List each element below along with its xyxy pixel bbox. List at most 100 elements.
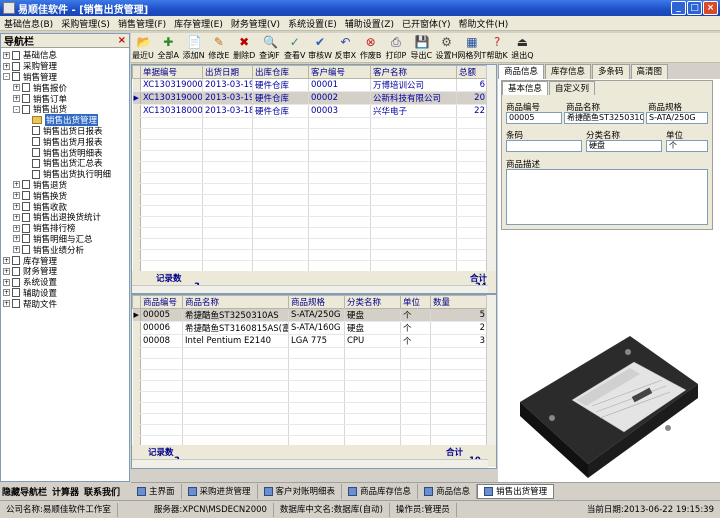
- table-row[interactable]: [132, 380, 488, 392]
- taskbar-item[interactable]: 商品库存信息: [342, 483, 419, 499]
- column-header[interactable]: 出库仓库: [252, 65, 309, 79]
- expand-icon[interactable]: +: [13, 181, 20, 189]
- menu-item[interactable]: 辅助设置(Z): [341, 17, 398, 30]
- expand-icon[interactable]: +: [13, 95, 20, 103]
- toolbar-button[interactable]: ▦ 网格列T: [457, 33, 486, 62]
- taskbar-item[interactable]: 客户对账明细表: [258, 483, 343, 499]
- spec-field[interactable]: S-ATA/250G: [646, 112, 708, 124]
- table-row[interactable]: ▶ XC1303190002 2013-03-19 硬件仓库 00002 公新科技有限公司…: [132, 91, 488, 105]
- tree-node[interactable]: 销售出货日报表: [1, 126, 129, 137]
- close-button[interactable]: ×: [703, 1, 718, 15]
- column-header[interactable]: 出货日期: [202, 65, 253, 79]
- sub-tab-1[interactable]: 自定义列: [549, 81, 596, 95]
- toolbar-button[interactable]: ↶ 反审X: [333, 33, 357, 62]
- taskbar-item[interactable]: 主界面: [131, 483, 182, 499]
- menu-item[interactable]: 库存管理(E): [170, 17, 227, 30]
- name-field[interactable]: 希捷酷鱼ST3250310AS: [564, 112, 644, 124]
- orders-horizontal-scrollbar[interactable]: [132, 285, 488, 293]
- table-row[interactable]: XC1303180001 2013-03-18 硬件仓库 00003 兴华电子 22: [132, 104, 488, 118]
- tree-node[interactable]: 销售出货汇总表: [1, 158, 129, 169]
- column-header[interactable]: 总额: [456, 65, 488, 79]
- unit-field[interactable]: 个: [666, 140, 708, 152]
- barcode-field[interactable]: [506, 140, 582, 152]
- table-row[interactable]: [133, 469, 488, 470]
- table-row[interactable]: [132, 347, 488, 359]
- table-row[interactable]: [132, 424, 488, 436]
- column-header[interactable]: 单位: [400, 295, 431, 309]
- description-field[interactable]: [506, 169, 708, 225]
- tree-node[interactable]: - 销售管理: [1, 72, 129, 83]
- tab-2[interactable]: 多条码: [592, 64, 630, 79]
- table-row[interactable]: [132, 172, 488, 184]
- table-row[interactable]: [132, 260, 488, 272]
- tree-node[interactable]: + 销售明细与汇总: [1, 234, 129, 245]
- tree-node[interactable]: + 销售退货: [1, 180, 129, 191]
- toolbar-button[interactable]: 📂 最近U: [131, 33, 155, 62]
- calculator-link[interactable]: 计算器: [52, 485, 79, 498]
- table-row[interactable]: [132, 249, 488, 261]
- tab-1[interactable]: 库存信息: [545, 64, 592, 79]
- table-row[interactable]: [132, 117, 488, 129]
- expand-icon[interactable]: +: [3, 289, 10, 297]
- toolbar-button[interactable]: ⚙ 设置H: [435, 33, 459, 62]
- maximize-button[interactable]: □: [687, 1, 702, 15]
- items-grid[interactable]: 商品编号 商品名称 商品规格 分类名称 单位 数量 ▶ 00005 希捷酷鱼ST3250310…: [131, 294, 497, 469]
- column-header[interactable]: 商品名称: [182, 295, 289, 309]
- tree-node[interactable]: + 销售收款: [1, 201, 129, 213]
- sub-tab-0[interactable]: 基本信息: [502, 81, 549, 95]
- tree-node[interactable]: + 辅助设置: [1, 288, 129, 299]
- table-row[interactable]: [132, 413, 488, 425]
- tree-node[interactable]: + 销售换货: [1, 190, 129, 202]
- menu-item[interactable]: 采购管理(S): [57, 17, 114, 30]
- menu-item[interactable]: 财务管理(V): [227, 17, 284, 30]
- toolbar-button[interactable]: ⊗ 作废B: [359, 33, 383, 62]
- table-row[interactable]: [132, 227, 488, 239]
- tree-node[interactable]: + 销售排行榜: [1, 223, 129, 234]
- expand-icon[interactable]: +: [3, 300, 10, 308]
- orders-vertical-scrollbar[interactable]: [486, 65, 496, 271]
- expand-icon[interactable]: +: [13, 203, 20, 211]
- table-row[interactable]: 00006希捷酷鱼ST3160815AS(富邦)S-ATA/160G硬盘个2: [132, 321, 488, 335]
- expand-icon[interactable]: +: [13, 246, 20, 254]
- tree-node[interactable]: + 销售报价: [1, 82, 129, 94]
- column-header[interactable]: 数量: [430, 295, 488, 309]
- items-vertical-scrollbar[interactable]: [486, 295, 496, 445]
- tree-node[interactable]: + 销售业绩分析: [1, 244, 129, 256]
- expand-icon[interactable]: +: [3, 257, 10, 265]
- table-row[interactable]: [132, 402, 488, 414]
- table-row[interactable]: [132, 391, 488, 403]
- table-row[interactable]: [132, 358, 488, 370]
- table-row[interactable]: [132, 183, 488, 195]
- orders-grid[interactable]: 单据编号 出货日期 出库仓库 客户编号 客户名称 总额 XC1303190003 2013-…: [131, 64, 497, 294]
- nav-close-icon[interactable]: ×: [118, 35, 126, 46]
- toolbar-button[interactable]: ✓ 查看V: [283, 33, 307, 62]
- menu-item[interactable]: 帮助文件(H): [455, 17, 513, 30]
- column-header[interactable]: 商品编号: [140, 295, 183, 309]
- expand-icon[interactable]: +: [3, 62, 10, 70]
- expand-icon[interactable]: +: [3, 267, 10, 275]
- expand-icon[interactable]: +: [13, 84, 20, 92]
- toolbar-button[interactable]: 💾 导出C: [409, 33, 433, 62]
- table-row[interactable]: [132, 128, 488, 140]
- column-header[interactable]: 商品规格: [288, 295, 345, 309]
- expand-icon[interactable]: +: [13, 213, 20, 221]
- tree-node[interactable]: 销售出货执行明细: [1, 169, 129, 180]
- taskbar-item[interactable]: 采购进货管理: [182, 483, 258, 499]
- expand-icon[interactable]: +: [3, 278, 10, 286]
- toolbar-button[interactable]: ⎙ 打印P: [384, 33, 408, 62]
- tab-3[interactable]: 高清图: [630, 64, 669, 79]
- tree-node[interactable]: + 基础信息: [1, 50, 129, 61]
- minimize-button[interactable]: _: [671, 1, 686, 15]
- expand-icon[interactable]: +: [3, 51, 10, 59]
- tree-node[interactable]: + 库存管理: [1, 255, 129, 267]
- table-row[interactable]: ▶ 00005 希捷酷鱼ST3250310AS S-ATA/250G 硬盘个 5: [132, 308, 488, 322]
- toolbar-button[interactable]: 📄 添加N: [182, 33, 206, 62]
- table-row[interactable]: [132, 139, 488, 151]
- hide-nav-link[interactable]: 隐藏导航栏: [2, 485, 47, 498]
- tree-node[interactable]: + 财务管理: [1, 266, 129, 277]
- tree-node[interactable]: + 帮助文件: [1, 298, 129, 310]
- category-field[interactable]: 硬盘: [586, 140, 662, 152]
- contact-link[interactable]: 联系我们: [84, 485, 120, 498]
- menu-item[interactable]: 系统设置(E): [284, 17, 341, 30]
- tree-node[interactable]: 销售出货管理: [1, 114, 129, 127]
